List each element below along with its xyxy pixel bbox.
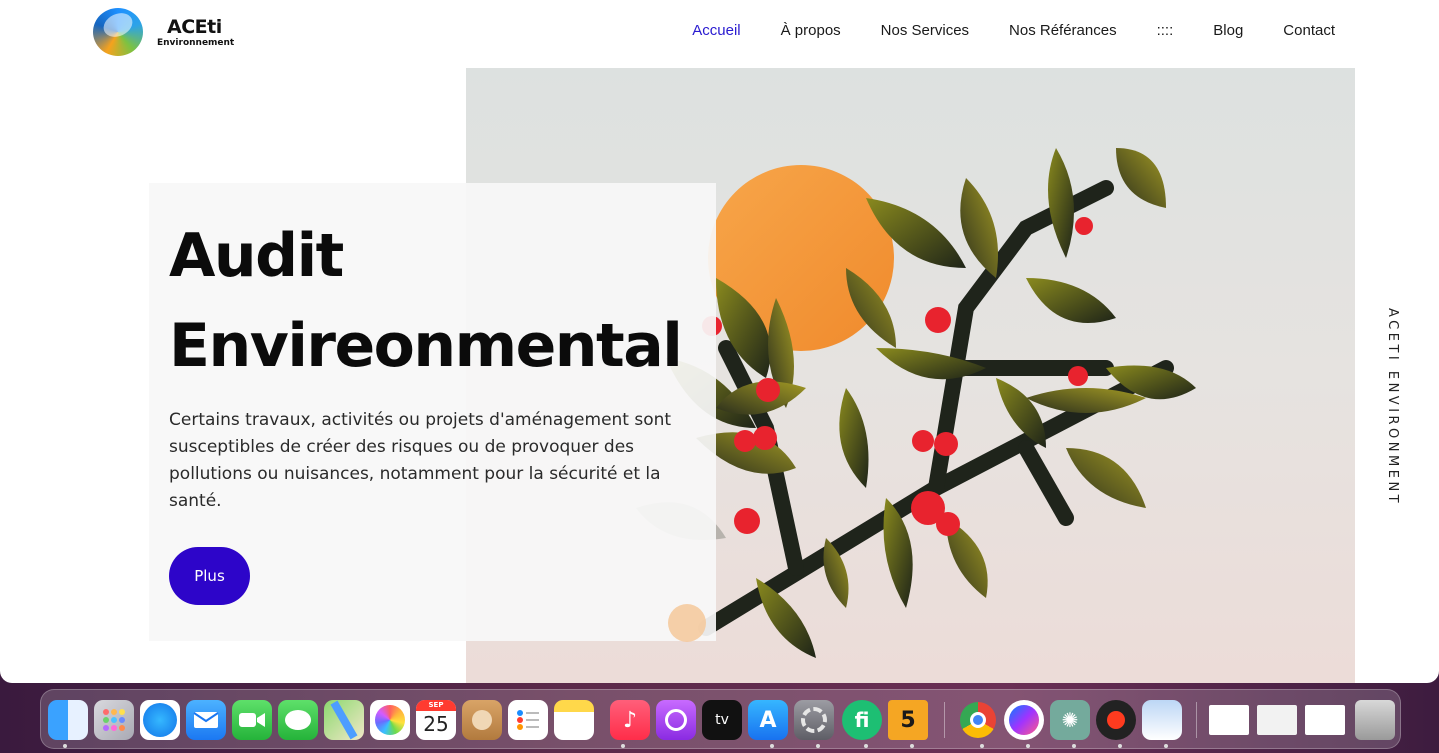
nav-more-menu[interactable]: :::: (1157, 22, 1174, 39)
messages-icon[interactable] (278, 700, 318, 740)
system-settings-icon[interactable] (794, 700, 834, 740)
running-indicator (1164, 744, 1168, 748)
hero-title-line2: Envireonmental (169, 311, 683, 381)
nav-nos-referances[interactable]: Nos Référances (1009, 22, 1117, 39)
music-icon[interactable]: ♪ (610, 700, 650, 740)
launchpad-icon[interactable] (94, 700, 134, 740)
nav-blog[interactable]: Blog (1213, 22, 1243, 39)
reminders-icon[interactable] (508, 700, 548, 740)
nav-accueil[interactable]: Accueil (692, 22, 740, 39)
five-app-icon[interactable]: 5 (888, 700, 928, 740)
vertical-brand-label: ACETI ENVIRONMENT (1385, 308, 1400, 507)
main-nav: Accueil À propos Nos Services Nos Référa… (692, 22, 1335, 39)
window-thumbnail-1[interactable] (1209, 705, 1249, 735)
window-thumbnail-3[interactable] (1305, 705, 1345, 735)
running-indicator (910, 744, 914, 748)
chatgpt-icon[interactable]: ✺ (1050, 700, 1090, 740)
running-indicator (1072, 744, 1076, 748)
logo-name: ACEti (167, 16, 222, 38)
dock-separator (1196, 702, 1197, 738)
running-indicator (621, 744, 625, 748)
photos-icon[interactable] (370, 700, 410, 740)
logo-subtitle: Environnement (157, 38, 235, 48)
preview-icon[interactable] (1142, 700, 1182, 740)
window-thumbnail-2[interactable] (1257, 705, 1297, 735)
trash-icon[interactable] (1355, 700, 1395, 740)
dock-separator (944, 702, 945, 738)
running-indicator (770, 744, 774, 748)
apple-tv-icon[interactable]: tv (702, 700, 742, 740)
running-indicator (1118, 744, 1122, 748)
nav-contact[interactable]: Contact (1283, 22, 1335, 39)
website-page: ACEti Environnement Accueil À propos Nos… (0, 0, 1439, 683)
fiverr-icon[interactable]: fi (842, 700, 882, 740)
hero-title-line1: Audit (169, 221, 344, 291)
running-indicator (1026, 744, 1030, 748)
safari-icon[interactable] (140, 700, 180, 740)
facetime-icon[interactable] (232, 700, 272, 740)
mail-icon[interactable] (186, 700, 226, 740)
hero-title: Audit Envireonmental (169, 211, 729, 391)
globe-logo-icon (93, 8, 143, 56)
calendar-icon[interactable]: SEP 25 (416, 700, 456, 740)
running-indicator (63, 744, 67, 748)
notes-icon[interactable] (554, 700, 594, 740)
nav-a-propos[interactable]: À propos (781, 22, 841, 39)
messenger-icon[interactable] (1004, 700, 1044, 740)
plus-button[interactable]: Plus (169, 547, 250, 605)
chrome-icon[interactable] (958, 700, 998, 740)
calendar-day: 25 (423, 712, 449, 736)
podcasts-icon[interactable] (656, 700, 696, 740)
running-indicator (864, 744, 868, 748)
nav-nos-services[interactable]: Nos Services (881, 22, 969, 39)
hero-description: Certains travaux, activités ou projets d… (169, 410, 672, 511)
site-logo[interactable]: ACEti Environnement (93, 8, 235, 58)
running-indicator (980, 744, 984, 748)
contacts-icon[interactable] (462, 700, 502, 740)
running-indicator (816, 744, 820, 748)
record-icon[interactable] (1096, 700, 1136, 740)
maps-icon[interactable] (324, 700, 364, 740)
finder-icon[interactable] (48, 700, 88, 740)
hero-card: Audit Envireonmental Certains travaux, a… (149, 183, 716, 641)
app-store-icon[interactable]: A (748, 700, 788, 740)
macos-dock: SEP 25 ♪ tv A fi 5 ✺ (40, 689, 1401, 749)
decorative-circle (668, 604, 706, 642)
calendar-month: SEP (416, 700, 456, 711)
